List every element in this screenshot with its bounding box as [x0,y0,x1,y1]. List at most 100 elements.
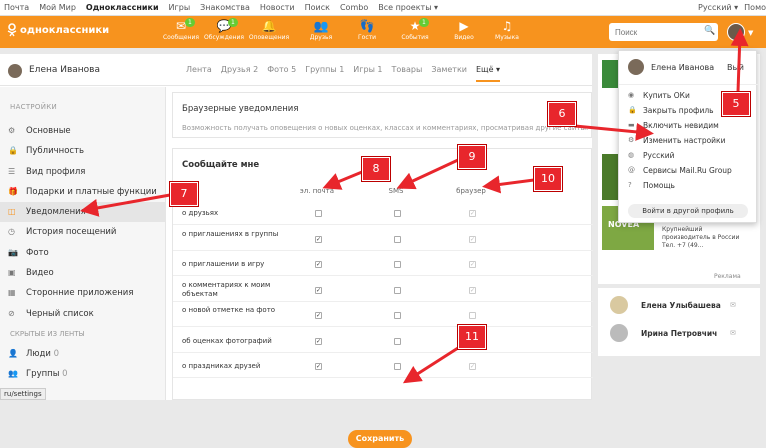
avatar[interactable] [628,59,644,75]
checkbox-email[interactable]: ✓ [315,286,322,294]
checkbox-email[interactable]: ✓ [315,235,322,243]
tab-goods[interactable]: Товары [392,65,423,74]
nav-label: Оповещения [248,34,290,41]
portal-topbar: Почта Мой Мир Одноклассники Игры Знакомства Н… [0,0,766,16]
link-ok[interactable]: Одноклассники [86,3,159,12]
help-link[interactable]: Помо [744,3,766,12]
sidebar-item-video[interactable]: ▣ Видео [0,263,165,283]
dropdown-name[interactable]: Елена Иванова [651,63,714,72]
link-news[interactable]: Новости [260,3,295,12]
sidebar-item-gifts[interactable]: 🎁 Подарки и платные функции [0,182,165,202]
globe-icon: ◍ [628,151,635,159]
checkbox-sms[interactable] [394,363,401,370]
link-search[interactable]: Поиск [305,3,330,12]
nav-label: Видео [454,34,474,41]
nav-messages[interactable]: ✉ 1 Сообщения [158,18,204,41]
gear-icon: ⚙ [8,126,16,135]
checkbox-email[interactable]: ✓ [315,312,322,319]
sidebar-item-main[interactable]: ⚙ Основные [0,121,165,141]
avatar[interactable] [8,64,22,78]
link-combo[interactable]: Combo [340,3,368,12]
list-icon: ☰ [8,166,16,176]
link-all-projects[interactable]: Все проекты ▾ [378,3,438,12]
sidebar-item-hidden-groups[interactable]: 👥 Группы 0 [0,364,165,384]
tab-feed[interactable]: Лента [186,65,212,74]
menu-item-settings[interactable]: ⚙ Изменить настройки [619,134,758,149]
logout-link[interactable]: Вый [727,63,744,72]
callout-7: 7 [169,181,199,207]
checkbox-email[interactable]: ✓ [315,337,322,345]
envelope-icon[interactable]: ✉ [730,329,736,337]
sidebar-item-apps[interactable]: ▦ Сторонние приложения [0,283,165,303]
nav-events[interactable]: ★ 1 События [392,18,438,41]
checkbox-sms[interactable] [394,312,401,319]
checkbox-sms[interactable] [394,235,401,243]
sidebar-item-publicity[interactable]: 🔒 Публичность [0,141,165,161]
sidebar-item-label: Люди [26,348,51,359]
sidebar-item-hidden-people[interactable]: 👤 Люди 0 [0,344,165,364]
checkbox-browser[interactable]: ✓ [469,261,476,268]
checkbox-browser[interactable]: ✓ [469,363,476,370]
tab-games[interactable]: Игры 1 [353,65,382,74]
envelope-icon[interactable]: ✉ [730,301,736,309]
checkbox-browser[interactable] [469,312,476,319]
checkbox-sms[interactable] [394,261,401,268]
menu-item-label: Изменить настройки [643,136,726,145]
checkbox-sms[interactable] [394,286,401,294]
nav-music[interactable]: ♫ Музыка [484,18,530,41]
avatar [610,296,628,314]
nav-notifications[interactable]: 🔔 Оповещения [246,18,292,41]
search-icon[interactable]: 🔍 [704,26,715,36]
link-moimir[interactable]: Мой Мир [39,3,76,12]
tab-photos[interactable]: Фото 5 [267,65,296,74]
checkbox-email[interactable] [315,210,322,217]
lock-icon: 🔒 [8,146,18,156]
checkbox-email[interactable]: ✓ [315,363,322,370]
sidebar-item-profile-view[interactable]: ☰ Вид профиля [0,162,165,182]
nav-video[interactable]: ▶ Видео [441,18,487,41]
language-selector[interactable]: Русский ▾ [698,3,738,12]
nav-friends[interactable]: 👥 Друзья [298,18,344,41]
link-mail[interactable]: Почта [4,3,29,12]
profile-name[interactable]: Елена Иванова [29,65,100,75]
sidebar-item-label: Видео [26,268,54,279]
link-dating[interactable]: Знакомства [200,3,250,12]
switch-profile-button[interactable]: Войти в другой профиль [628,204,748,218]
list-item[interactable]: Ирина Петровчич ✉ [598,322,760,348]
menu-item-help[interactable]: ? Помощь [619,179,758,194]
user-avatar-menu[interactable] [727,23,745,41]
menu-item-services[interactable]: @ Сервисы Mail.Ru Group [619,164,758,179]
menu-item-language[interactable]: ◍ Русский [619,149,758,164]
tab-groups[interactable]: Группы 1 [305,65,344,74]
sidebar-item-visits[interactable]: ◷ История посещений [0,222,165,242]
ad-text: Крупнейший производитель в России Тел. +… [662,226,740,249]
sidebar-item-notifications[interactable]: ◫ Уведомления [0,202,165,223]
list-item[interactable]: Елена Улыбашева ✉ [598,294,760,320]
save-button[interactable]: Сохранить [348,430,412,448]
tab-more[interactable]: Ещё ▾ [476,65,501,82]
column-email: эл. почта [299,187,335,195]
badge: 1 [228,18,238,27]
nav-guests[interactable]: 👣 Гости [344,18,390,41]
tab-friends[interactable]: Друзья 2 [221,65,258,74]
checkbox-browser[interactable]: ✓ [469,235,476,243]
checkbox-sms[interactable] [394,337,401,345]
sidebar-item-label: Группы [26,369,60,380]
avatar [610,324,628,342]
checkbox-sms[interactable] [394,210,401,217]
nav-discussions[interactable]: 💬 1 Обсуждения [201,18,247,41]
nav-label: Обсуждения [204,34,244,41]
sidebar-item-blacklist[interactable]: ⊘ Черный список [0,304,165,324]
checkbox-browser[interactable]: ✓ [469,286,476,294]
site-logo[interactable]: одноклассники [6,23,109,37]
checkbox-browser[interactable]: ✓ [469,210,476,217]
menu-item-label: Помощь [643,181,675,190]
row-label: о приглашениях в группы [182,229,279,238]
link-games[interactable]: Игры [169,3,191,12]
tab-notes[interactable]: Заметки [431,65,467,74]
chevron-down-icon[interactable]: ▼ [748,29,753,37]
search-input[interactable] [609,23,718,41]
checkbox-email[interactable]: ✓ [315,261,322,268]
menu-item-invisible[interactable]: ▬ Включить невидим [619,119,758,134]
sidebar-item-photo[interactable]: 📷 Фото [0,243,165,263]
